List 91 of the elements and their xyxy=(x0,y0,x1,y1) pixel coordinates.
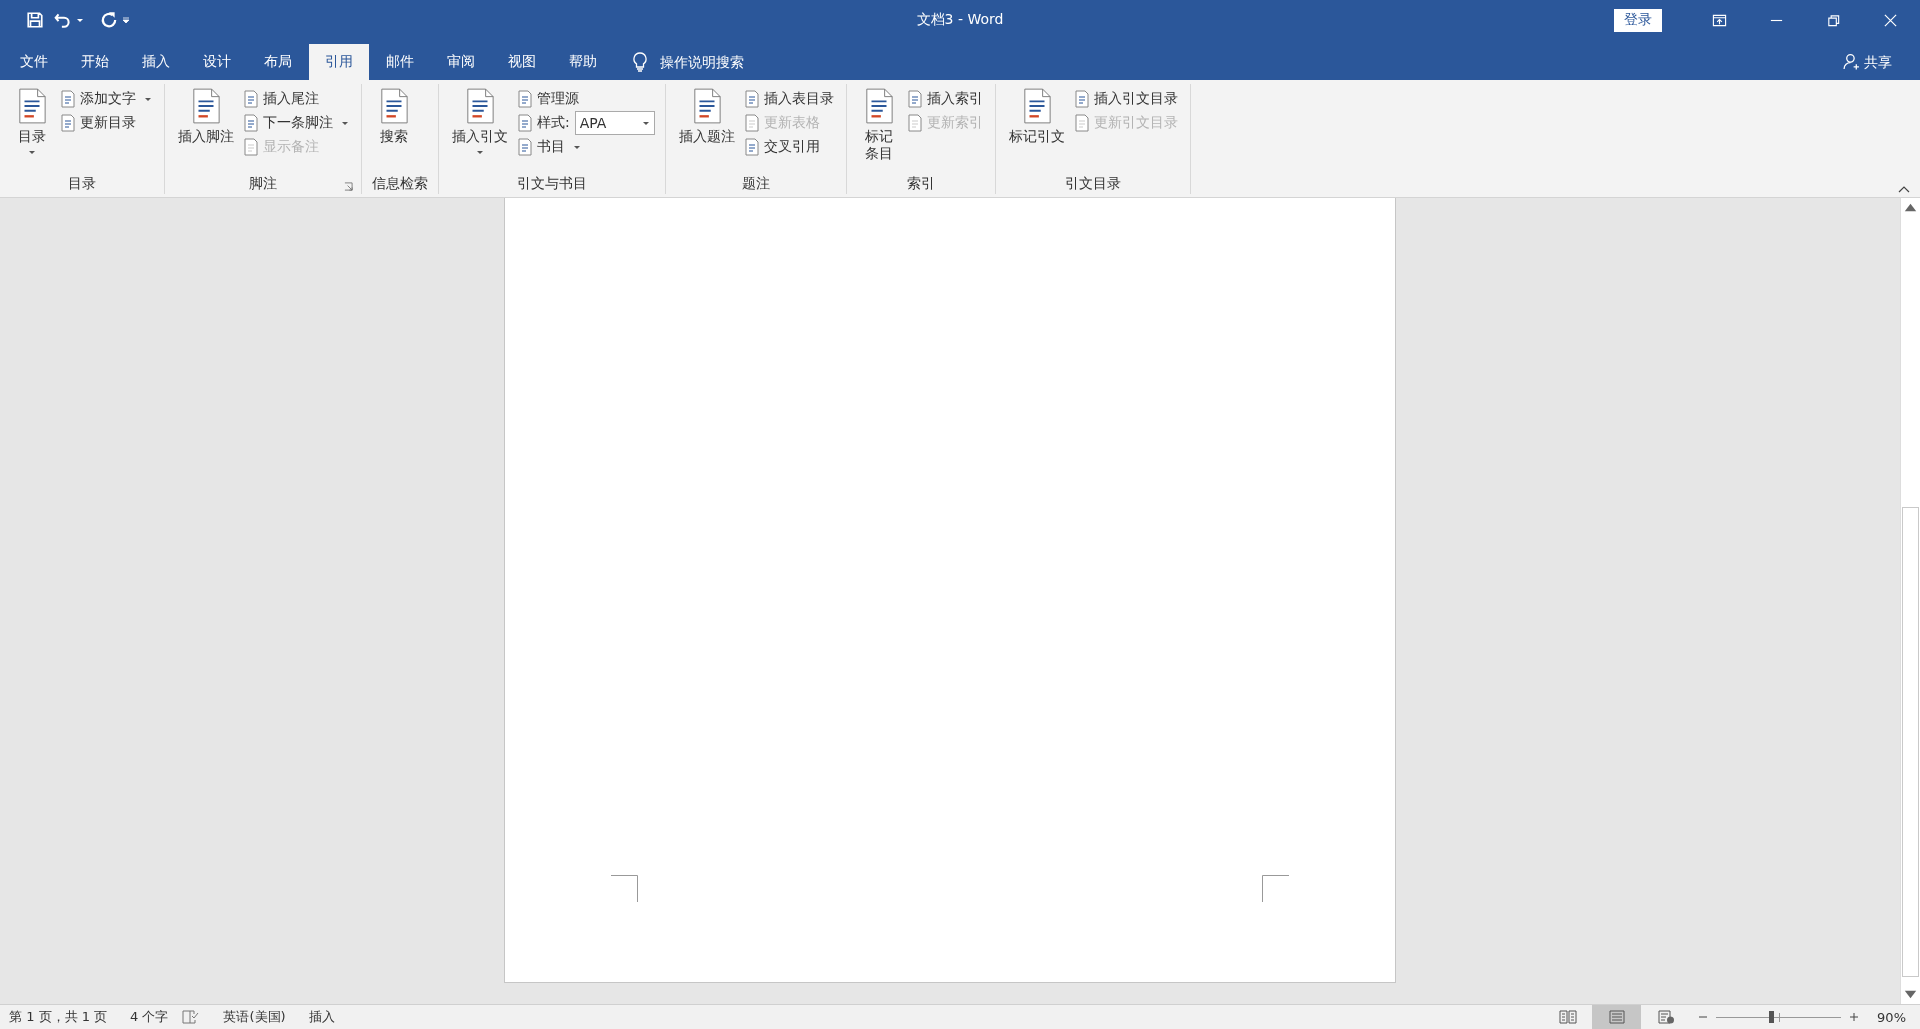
document-icon xyxy=(1073,90,1090,108)
group-label: 脚注 xyxy=(249,175,277,193)
ribbon-small-button[interactable]: 更新目录 xyxy=(58,114,138,132)
person-add-icon[interactable] xyxy=(1843,53,1860,70)
ribbon-small-button[interactable]: 插入表目录 xyxy=(741,90,836,108)
ribbon-small-button[interactable]: 书目 xyxy=(515,138,583,156)
restore-icon[interactable] xyxy=(1826,12,1841,28)
ribbon-large-button[interactable]: 搜索 xyxy=(372,84,416,149)
ribbon-small-button[interactable]: 插入尾注 xyxy=(241,90,321,108)
proofing-icon[interactable] xyxy=(182,1010,201,1024)
ribbon-small-button[interactable]: 插入索引 xyxy=(904,90,985,108)
ribbon-small-button[interactable]: 下一条脚注 xyxy=(241,114,351,132)
document-icon xyxy=(1073,114,1090,132)
ribbon-tab[interactable]: 插入 xyxy=(126,44,186,80)
document-icon xyxy=(743,138,760,156)
document-icon xyxy=(465,88,495,124)
document-icon xyxy=(243,114,259,132)
document-icon xyxy=(863,88,894,124)
status-text[interactable]: 第 1 页，共 1 页 xyxy=(9,1008,108,1026)
tell-me-search[interactable]: 操作说明搜索 xyxy=(660,44,744,80)
customize-icon[interactable] xyxy=(122,16,130,24)
close-icon[interactable] xyxy=(1883,12,1898,28)
ribbon-tab[interactable]: 布局 xyxy=(248,44,308,80)
document-icon xyxy=(17,88,47,124)
undo-icon[interactable] xyxy=(54,11,72,29)
document-icon xyxy=(743,90,760,108)
web-page-icon xyxy=(1656,1010,1675,1024)
ribbon-small-button[interactable]: 插入引文目录 xyxy=(1071,90,1180,108)
vertical-scrollbar[interactable] xyxy=(1900,198,1920,1004)
group-label: 题注 xyxy=(741,175,770,193)
status-text[interactable]: 4 个字 xyxy=(130,1008,169,1026)
document-icon xyxy=(60,90,76,108)
save-icon[interactable] xyxy=(26,11,44,29)
ribbon-large-button[interactable]: 标记条目 xyxy=(856,84,901,166)
margin-corner-mark xyxy=(1262,875,1289,902)
document-icon xyxy=(743,114,760,132)
ribbon-tab[interactable]: 审阅 xyxy=(431,44,491,80)
ribbon-tab[interactable]: 视图 xyxy=(492,44,552,80)
mode-status[interactable]: 插入 xyxy=(308,1008,335,1026)
ribbon-small-button[interactable]: 交叉引用 xyxy=(741,138,822,156)
ribbon-small-button[interactable]: 管理源 xyxy=(515,90,581,108)
ribbon-tab[interactable]: 引用 xyxy=(309,44,369,80)
document-icon xyxy=(517,114,533,132)
page-lines-icon xyxy=(1607,1010,1626,1024)
share-button[interactable]: 共享 xyxy=(1864,44,1892,80)
group-label: 引文与书目 xyxy=(516,175,587,193)
ribbon-small-button[interactable]: 添加文字 xyxy=(58,90,154,108)
zoom-in-icon[interactable] xyxy=(1849,1012,1860,1022)
zoom-slider[interactable] xyxy=(1716,1010,1842,1024)
launcher-icon[interactable] xyxy=(344,182,353,191)
margin-corner-mark xyxy=(611,875,638,902)
ribbon-large-button[interactable]: 插入题注 xyxy=(675,84,738,150)
collapse-ribbon-icon[interactable] xyxy=(1898,185,1910,193)
document-icon xyxy=(243,90,259,108)
ribbon-large-button[interactable]: 标记引文 xyxy=(1005,84,1068,150)
document-icon xyxy=(243,138,259,156)
style-combo[interactable]: APA xyxy=(574,111,655,135)
document-icon xyxy=(691,88,722,124)
group-label: 索引 xyxy=(906,175,935,193)
language-status[interactable]: 英语(美国) xyxy=(223,1008,286,1026)
zoom-slider-thumb[interactable] xyxy=(1769,1011,1775,1023)
document-icon xyxy=(60,114,76,132)
book-icon xyxy=(1558,1010,1577,1024)
document-icon xyxy=(379,88,409,124)
caret-icon xyxy=(641,120,650,126)
ribbon-tab[interactable]: 帮助 xyxy=(553,44,613,80)
ribbon-display-icon[interactable] xyxy=(1712,12,1727,28)
ribbon-tab[interactable]: 邮件 xyxy=(370,44,430,80)
group-label: 信息检索 xyxy=(372,175,428,193)
ribbon-tab[interactable]: 设计 xyxy=(187,44,247,80)
ribbon-large-button[interactable]: 目录 xyxy=(10,84,54,159)
document-icon xyxy=(906,90,923,108)
document-icon xyxy=(191,88,221,124)
ribbon-large-button[interactable]: 插入引文 xyxy=(449,84,511,159)
login-button[interactable]: 登录 xyxy=(1614,8,1662,32)
lightbulb-icon[interactable] xyxy=(632,52,648,72)
redo-icon[interactable] xyxy=(100,11,118,29)
document-icon xyxy=(906,114,923,132)
group-label: 引文目录 xyxy=(1064,175,1121,193)
ribbon-tab[interactable]: 开始 xyxy=(65,44,125,80)
document-icon xyxy=(517,90,533,108)
document-icon xyxy=(517,138,533,156)
group-label: 目录 xyxy=(68,175,96,193)
ribbon-small-button[interactable]: 样式: xyxy=(515,114,572,132)
caret-icon[interactable] xyxy=(76,16,84,24)
ribbon-tab[interactable]: 文件 xyxy=(4,44,64,80)
scroll-thumb[interactable] xyxy=(1902,507,1919,977)
document-icon xyxy=(1021,88,1052,124)
zoom-level[interactable]: 90% xyxy=(1877,1009,1906,1025)
ribbon-large-button[interactable]: 插入脚注 xyxy=(175,84,237,150)
window-title: 文档3 - Word xyxy=(916,11,1004,29)
